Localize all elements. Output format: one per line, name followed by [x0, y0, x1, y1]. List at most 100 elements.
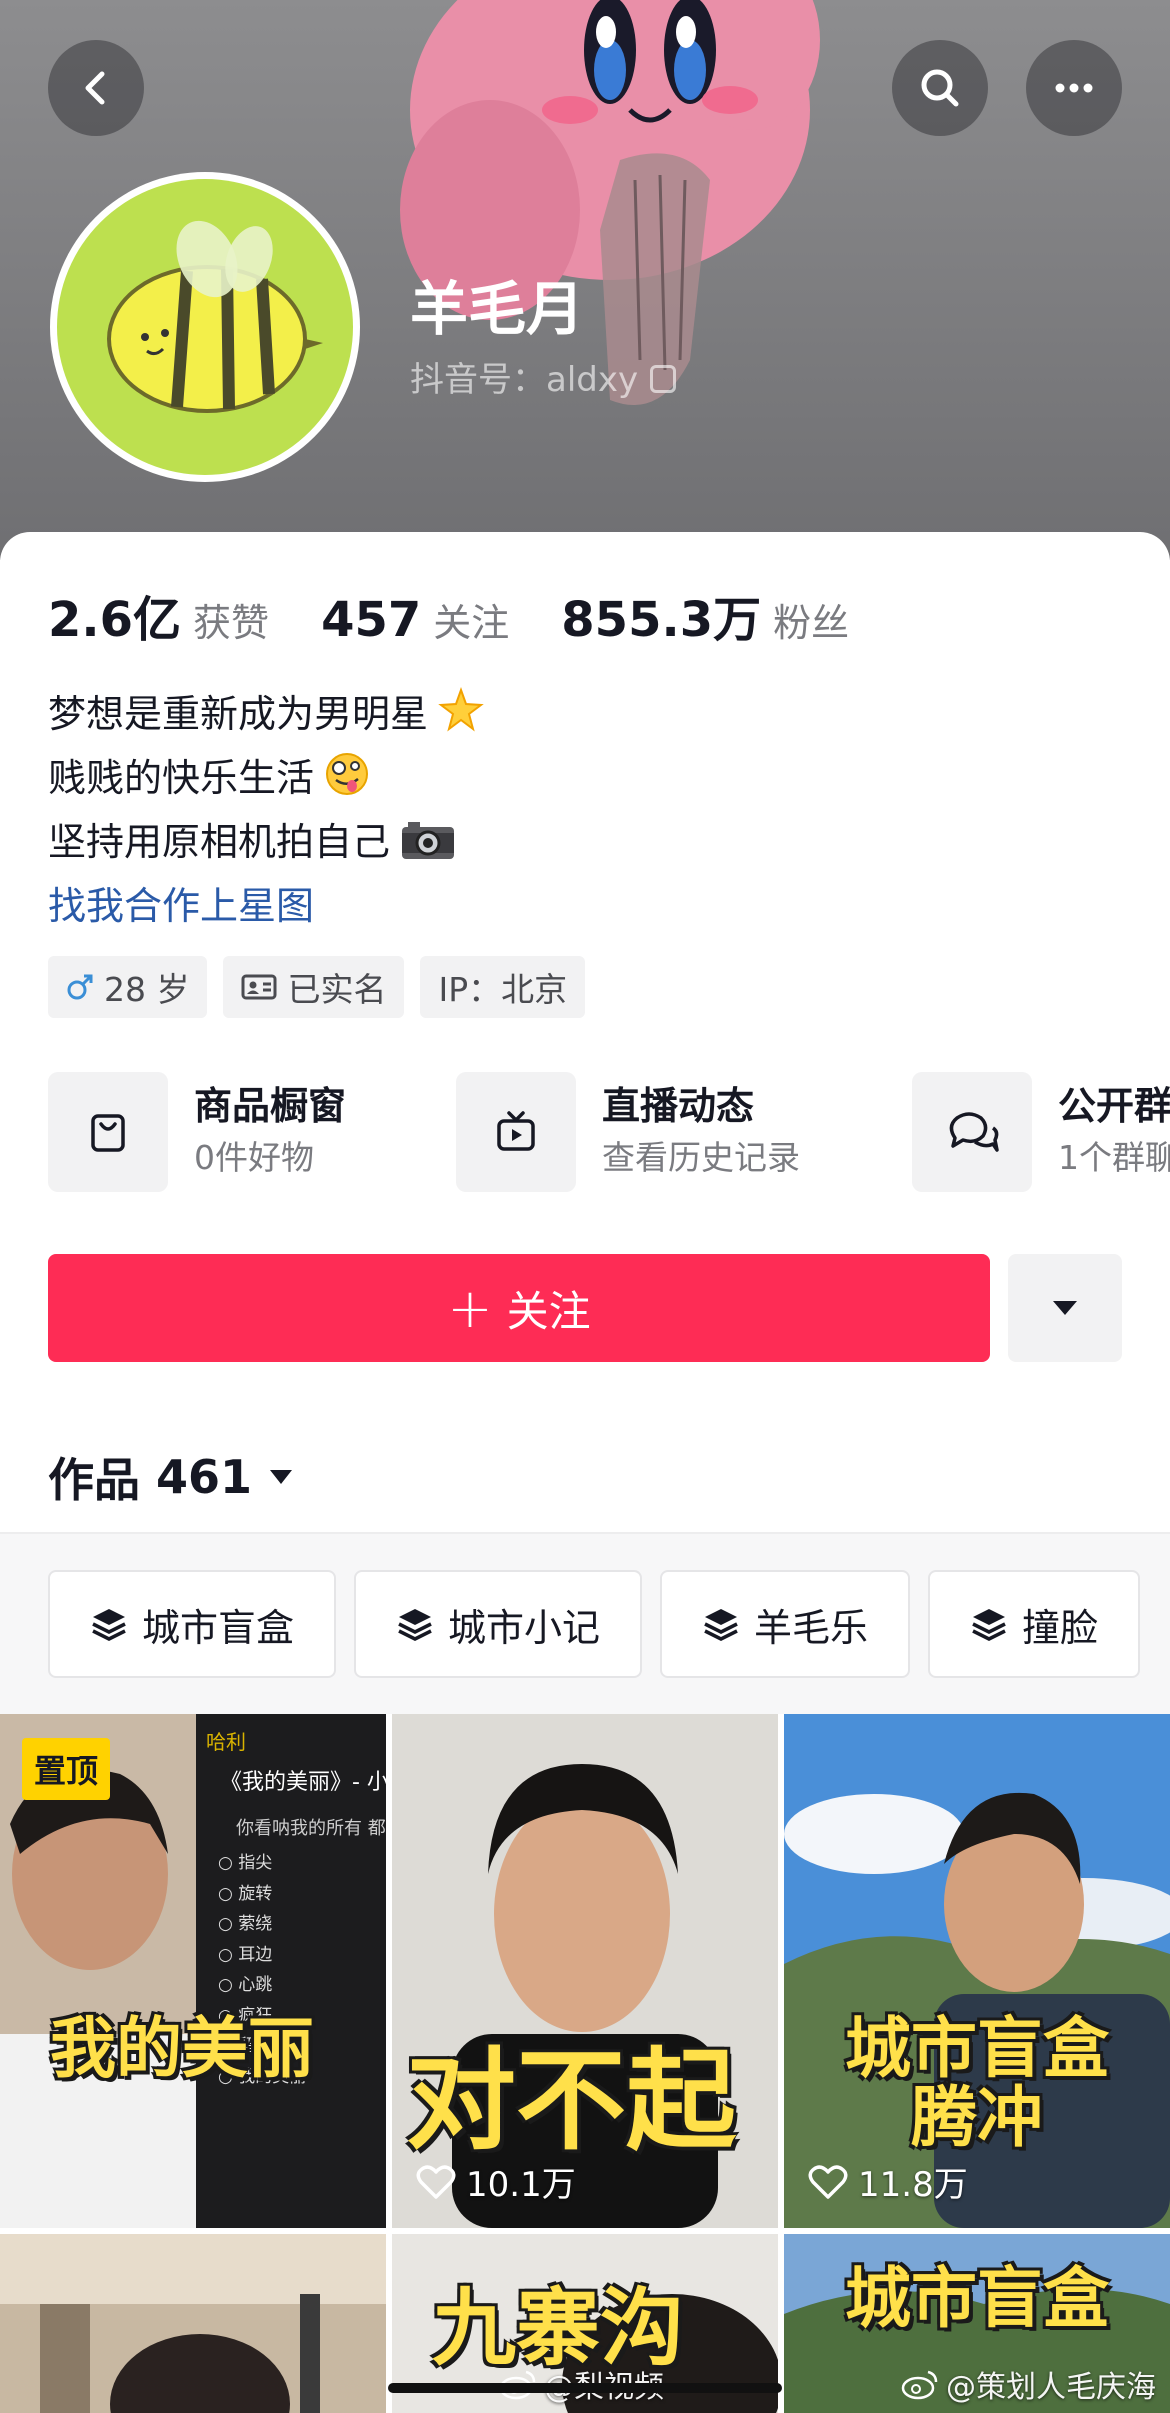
- collection-lookalike[interactable]: 撞脸: [928, 1570, 1141, 1678]
- stat-likes: 2.6亿 获赞: [48, 580, 269, 650]
- video-thumbnail: [0, 2234, 386, 2413]
- layers-icon: [972, 1609, 1006, 1641]
- banner-kirby-illustration: [400, 0, 820, 405]
- star-map-link[interactable]: 找我合作上星图: [48, 874, 484, 938]
- feature-title: 商品橱窗: [194, 1084, 347, 1128]
- tv-icon: [497, 1111, 535, 1151]
- checklist-item: ○ 萦绕: [218, 1914, 273, 1934]
- stat-likes-value: 2.6亿: [48, 592, 182, 648]
- collection-yangmaole[interactable]: 羊毛乐: [660, 1570, 911, 1678]
- stat-followers-label: 粉丝: [773, 601, 850, 645]
- feature-row: 商品橱窗 0件好物 直播动态 查看历史记录 公开群 1个群聊: [48, 1072, 1170, 1196]
- feature-icon-box: [912, 1072, 1032, 1192]
- overlay-title: 《我的美丽》- 小霞 (: [220, 1770, 386, 1795]
- crazy-face-icon: [326, 753, 369, 795]
- like-count: 11.8万: [808, 2157, 968, 2206]
- works-count: 461: [156, 1450, 253, 1504]
- bag-icon: [91, 1114, 125, 1152]
- checklist-item: ○ 心跳: [218, 1975, 273, 1995]
- stat-followers[interactable]: 855.3万 粉丝: [561, 580, 849, 650]
- feature-public-group[interactable]: 公开群 1个群聊: [912, 1072, 1170, 1192]
- stat-following[interactable]: 457 关注: [321, 592, 509, 648]
- profile-banner: 羊毛月 抖音号：aldxy: [0, 0, 1170, 560]
- bio-line-1-text: 梦想是重新成为男明星: [48, 692, 429, 736]
- video-tile-4[interactable]: [0, 2234, 386, 2413]
- stat-followers-value: 855.3万: [561, 592, 762, 648]
- heart-icon: [808, 2164, 848, 2199]
- follow-button[interactable]: + 关注: [48, 1254, 990, 1362]
- bio-line-2-text: 贱贱的快乐生活: [48, 756, 315, 800]
- more-options-button[interactable]: [1026, 40, 1122, 136]
- search-icon: [921, 69, 959, 107]
- watermark-right-text: @策划人毛庆海: [946, 2370, 1156, 2405]
- douyin-id-text: 抖音号：aldxy: [410, 360, 639, 400]
- like-count-text: 10.1万: [466, 2165, 576, 2205]
- bio: 梦想是重新成为男明星 贱贱的快乐生活 坚持用原相机拍自己 找我合作上星图: [48, 682, 484, 938]
- bio-line-1: 梦想是重新成为男明星: [48, 682, 484, 746]
- layers-icon: [704, 1609, 738, 1641]
- feature-live-history[interactable]: 直播动态 查看历史记录: [456, 1072, 800, 1192]
- bio-line-3: 坚持用原相机拍自己: [48, 810, 484, 874]
- checklist-item-text: 耳边: [238, 1944, 273, 1965]
- video-tile-3[interactable]: 城市盲盒 腾冲 11.8万: [784, 1714, 1170, 2228]
- male-icon: [66, 973, 94, 1001]
- bio-line-2: 贱贱的快乐生活: [48, 746, 484, 810]
- feature-shop-window[interactable]: 商品橱窗 0件好物: [48, 1072, 346, 1192]
- copy-icon[interactable]: [650, 365, 677, 393]
- id-card-icon: [241, 973, 277, 1001]
- collections-row: 城市盲盒 城市小记 羊毛乐 撞脸: [48, 1570, 1158, 1678]
- feature-title: 公开群: [1058, 1084, 1170, 1128]
- stat-following-value: 457: [321, 592, 422, 648]
- layers-icon: [398, 1609, 432, 1641]
- video-caption: 对不起: [406, 2037, 736, 2165]
- avatar[interactable]: [50, 172, 360, 482]
- overlay-subtitle: 你看呐我的所有 都是我的: [236, 1818, 386, 1839]
- collection-label: 城市盲盒: [142, 1605, 295, 1650]
- back-button[interactable]: [48, 40, 144, 136]
- video-tile-1[interactable]: 哈利 《我的美丽》- 小霞 ( 你看呐我的所有 都是我的 ○ 指尖 ○ 旋转 ○…: [0, 1714, 386, 2228]
- video-caption: 城市盲盒: [845, 2260, 1109, 2337]
- home-indicator[interactable]: [388, 2383, 782, 2393]
- layers-icon: [92, 1609, 126, 1641]
- video-caption: 我的美丽: [50, 2010, 314, 2087]
- search-button[interactable]: [892, 40, 988, 136]
- checklist-item-text: 旋转: [238, 1883, 273, 1904]
- stat-following-label: 关注: [433, 601, 510, 645]
- bio-line-3-text: 坚持用原相机拍自己: [48, 820, 391, 864]
- checklist-item: ○ 指尖: [218, 1853, 273, 1873]
- collection-city-notes[interactable]: 城市小记: [354, 1570, 643, 1678]
- video-caption-line-2: 腾冲: [911, 2079, 1043, 2157]
- douyin-id[interactable]: 抖音号：aldxy: [410, 352, 677, 401]
- tag-gender-age: 28 岁: [48, 956, 208, 1018]
- checklist-item: ○ 耳边: [218, 1944, 273, 1965]
- checklist-item-text: 萦绕: [238, 1914, 273, 1934]
- video-tile-2[interactable]: 对不起 10.1万: [392, 1714, 778, 2228]
- stat-likes-label: 获赞: [193, 601, 270, 645]
- video-caption: 城市盲盒 腾冲: [824, 2014, 1130, 2153]
- plus-icon: +: [447, 1276, 493, 1340]
- overlay-back: 哈利: [206, 1730, 246, 1754]
- feature-text: 商品橱窗 0件好物: [194, 1080, 346, 1184]
- video-caption: 九寨沟: [432, 2279, 685, 2377]
- watermark-right: @策划人毛庆海: [900, 2362, 1156, 2406]
- tag-gender-age-text: 28 岁: [104, 970, 190, 1009]
- tag-ip-text: IP：北京: [438, 970, 568, 1009]
- like-count: 10.1万: [416, 2157, 576, 2206]
- video-caption-line-1: 城市盲盒: [845, 2010, 1109, 2087]
- like-count-text: 11.8万: [858, 2165, 968, 2205]
- tag-verified-text: 已实名: [287, 970, 387, 1009]
- weibo-icon: [901, 2370, 938, 2400]
- works-tab[interactable]: 作品 461: [48, 1444, 294, 1510]
- more-dots-icon: [1055, 83, 1093, 93]
- feature-icon-box: [456, 1072, 576, 1192]
- camera-icon: [402, 822, 455, 859]
- recommend-dropdown-button[interactable]: [1008, 1254, 1122, 1362]
- collection-label: 羊毛乐: [754, 1605, 869, 1650]
- tag-ip: IP：北京: [420, 956, 586, 1018]
- follow-label: 关注: [506, 1286, 591, 1336]
- bee-avatar-icon: [107, 220, 323, 413]
- collection-label: 城市小记: [448, 1605, 601, 1650]
- collection-city-blind-box[interactable]: 城市盲盒: [48, 1570, 337, 1678]
- star-icon: [438, 687, 484, 732]
- checklist-item-text: 心跳: [238, 1975, 273, 1995]
